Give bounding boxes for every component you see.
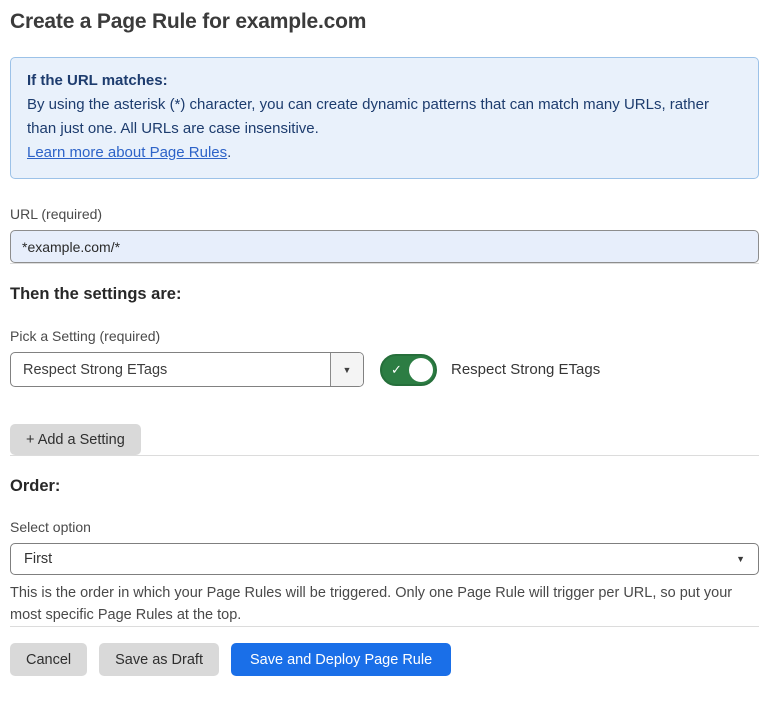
caret-down-icon: ▼: [736, 554, 745, 564]
save-and-deploy-button[interactable]: Save and Deploy Page Rule: [231, 643, 451, 676]
create-page-rule-form: Create a Page Rule for example.com If th…: [0, 0, 769, 676]
info-box-heading: If the URL matches:: [27, 69, 742, 93]
setting-select-value: Respect Strong ETags: [11, 353, 330, 386]
learn-more-link[interactable]: Learn more about Page Rules: [27, 144, 227, 161]
order-select-label: Select option: [10, 519, 759, 535]
settings-section-heading: Then the settings are:: [10, 285, 759, 304]
cancel-button[interactable]: Cancel: [10, 643, 87, 676]
divider: [10, 455, 759, 456]
divider: [10, 263, 759, 264]
form-actions: Cancel Save as Draft Save and Deploy Pag…: [10, 643, 759, 676]
url-field-label: URL (required): [10, 206, 759, 222]
respect-strong-etags-toggle[interactable]: ✓: [380, 354, 437, 386]
link-period: .: [227, 144, 231, 161]
toggle-knob: [409, 358, 433, 382]
check-icon: ✓: [391, 363, 402, 376]
caret-down-icon[interactable]: ▼: [330, 353, 363, 386]
info-box-body: By using the asterisk (*) character, you…: [27, 93, 742, 141]
url-input[interactable]: [10, 230, 759, 263]
setting-row: Respect Strong ETags ▼ ✓ Respect Strong …: [10, 352, 759, 387]
info-box-link-line: Learn more about Page Rules.: [27, 141, 742, 165]
setting-select[interactable]: Respect Strong ETags ▼: [10, 352, 364, 387]
save-as-draft-button[interactable]: Save as Draft: [99, 643, 219, 676]
divider: [10, 626, 759, 627]
order-select-value: First: [24, 551, 52, 567]
order-select[interactable]: First ▼: [10, 543, 759, 575]
setting-toggle-group: ✓ Respect Strong ETags: [380, 354, 600, 386]
url-match-info-box: If the URL matches: By using the asteris…: [10, 57, 759, 179]
pick-setting-label: Pick a Setting (required): [10, 328, 759, 344]
page-title: Create a Page Rule for example.com: [10, 10, 759, 34]
toggle-label: Respect Strong ETags: [451, 361, 600, 378]
order-help-text: This is the order in which your Page Rul…: [10, 582, 750, 626]
add-setting-button[interactable]: + Add a Setting: [10, 424, 141, 455]
order-section-heading: Order:: [10, 477, 759, 496]
